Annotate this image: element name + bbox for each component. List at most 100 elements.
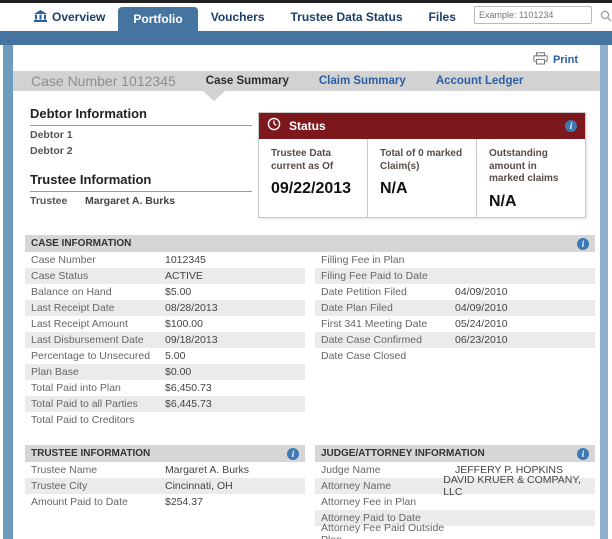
- nav-item-portfolio[interactable]: Portfolio: [118, 7, 197, 31]
- print-label: Print: [553, 54, 578, 66]
- clock-icon: [267, 117, 281, 136]
- field-label: Trustee Name: [31, 464, 165, 476]
- search-icon[interactable]: [600, 9, 612, 21]
- field-label: Percentage to Unsecured: [31, 350, 165, 362]
- table-row: Case Number1012345: [25, 252, 305, 268]
- info-icon[interactable]: [287, 448, 299, 460]
- field-value: 05/24/2010: [455, 318, 508, 330]
- case-number-label: Case Number 1012345: [31, 73, 176, 89]
- table-row: Last Receipt Date08/28/2013: [25, 300, 305, 316]
- status-value: N/A: [489, 193, 575, 211]
- print-button[interactable]: Print: [533, 52, 578, 68]
- field-label: Amount Paid to Date: [31, 496, 165, 508]
- field-value: 06/23/2010: [455, 334, 508, 346]
- table-row: Total Paid to all Parties$6,445.73: [25, 396, 305, 412]
- field-label: Date Petition Filed: [321, 286, 455, 298]
- field-value: 09/18/2013: [165, 334, 218, 346]
- table-row: Trustee NameMargaret A. Burks: [25, 462, 305, 478]
- table-row: Date Petition Filed04/09/2010: [315, 284, 595, 300]
- nav-label: Files: [429, 10, 456, 24]
- table-row: Attorney NameDAVID KRUER & COMPANY, LLC: [315, 478, 595, 494]
- home-icon: [34, 10, 47, 25]
- field-label: Plan Base: [31, 366, 165, 378]
- field-value: 08/28/2013: [165, 302, 218, 314]
- field-value: DAVID KRUER & COMPANY, LLC: [443, 474, 589, 498]
- field-label: Date Case Closed: [321, 350, 455, 362]
- field-label: Attorney Fee in Plan: [321, 496, 455, 508]
- case-info-right-column: Filling Fee in Plan Filing Fee Paid to D…: [315, 252, 595, 428]
- field-value: 5.00: [165, 350, 185, 362]
- table-row: Last Receipt Amount$100.00: [25, 316, 305, 332]
- table-row: Total Paid into Plan$6,450.73: [25, 380, 305, 396]
- page: Overview Portfolio Vouchers Trustee Data…: [0, 0, 612, 539]
- field-value: $6,450.73: [165, 382, 212, 394]
- case-bar: Case Number 1012345 Case Summary Claim S…: [13, 71, 600, 91]
- table-row: Date Case Closed: [315, 348, 595, 364]
- active-tab-notch: [203, 91, 225, 101]
- tab-claim-summary[interactable]: Claim Summary: [319, 75, 406, 87]
- list-item: Debtor 1: [30, 126, 252, 142]
- nav-item-overview[interactable]: Overview: [0, 10, 118, 25]
- status-value: N/A: [380, 180, 466, 198]
- case-info-left-column: Case Number1012345 Case StatusACTIVE Bal…: [25, 252, 305, 428]
- table-row: Attorney Fee Paid Outside Plan: [315, 526, 595, 539]
- table-row: Last Disbursement Date09/18/2013: [25, 332, 305, 348]
- status-box: Status Trustee Data current as Of 09/22/…: [258, 112, 586, 218]
- field-value: $6,445.73: [165, 398, 212, 410]
- case-information-header: CASE INFORMATION: [25, 235, 595, 252]
- field-label: Filing Fee Paid to Date: [321, 270, 455, 282]
- debtor2-label: Debtor 2: [30, 145, 85, 157]
- table-row: Trustee CityCincinnati, OH: [25, 478, 305, 494]
- field-label: Date Plan Filed: [321, 302, 455, 314]
- field-label: Last Disbursement Date: [31, 334, 165, 346]
- field-label: Trustee City: [31, 480, 165, 492]
- frame-top-band: [0, 31, 612, 45]
- status-label: Total of 0 marked Claim(s): [380, 148, 466, 173]
- info-icon[interactable]: [577, 448, 589, 460]
- table-row: Filling Fee in Plan: [315, 252, 595, 268]
- table-row: Filing Fee Paid to Date: [315, 268, 595, 284]
- field-label: Date Case Confirmed: [321, 334, 455, 346]
- info-icon[interactable]: [577, 238, 589, 250]
- judge-attorney-information-section: JUDGE/ATTORNEY INFORMATION Judge NameJEF…: [315, 445, 595, 539]
- nav-label: Portfolio: [133, 12, 182, 26]
- field-value: $100.00: [165, 318, 203, 330]
- trustee-information-section: TRUSTEE INFORMATION Trustee NameMargaret…: [25, 445, 305, 510]
- nav-item-trustee-data-status[interactable]: Trustee Data Status: [278, 10, 416, 24]
- print-icon: [533, 52, 548, 68]
- list-item: Debtor 2: [30, 142, 252, 158]
- field-label: Case Number: [31, 254, 165, 266]
- table-row: Case StatusACTIVE: [25, 268, 305, 284]
- tab-case-summary[interactable]: Case Summary: [206, 75, 289, 87]
- field-label: Judge Name: [321, 464, 455, 476]
- trustee-section-title: Trustee Information: [30, 172, 252, 192]
- section-title: TRUSTEE INFORMATION: [31, 448, 287, 459]
- debtor1-label: Debtor 1: [30, 129, 85, 141]
- info-icon[interactable]: [565, 120, 577, 132]
- status-label: Trustee Data current as Of: [271, 148, 357, 173]
- field-label: Last Receipt Date: [31, 302, 165, 314]
- nav-item-vouchers[interactable]: Vouchers: [198, 10, 278, 24]
- field-label: Filling Fee in Plan: [321, 254, 455, 266]
- tab-account-ledger[interactable]: Account Ledger: [436, 75, 524, 87]
- status-header: Status: [259, 113, 585, 139]
- case-information-section: CASE INFORMATION Case Number1012345 Case…: [25, 235, 595, 428]
- field-value: 04/09/2010: [455, 302, 508, 314]
- nav-label: Vouchers: [211, 10, 265, 24]
- field-value: Cincinnati, OH: [165, 480, 233, 492]
- status-body: Trustee Data current as Of 09/22/2013 To…: [259, 139, 585, 218]
- field-value: Margaret A. Burks: [165, 464, 249, 476]
- nav-label: Overview: [52, 10, 105, 24]
- table-row: Plan Base$0.00: [25, 364, 305, 380]
- status-cell-outstanding: Outstanding amount in marked claims N/A: [476, 139, 585, 218]
- field-label: First 341 Meeting Date: [321, 318, 455, 330]
- trustee-label: Trustee: [30, 195, 85, 207]
- status-label: Outstanding amount in marked claims: [489, 148, 575, 186]
- frame-left-border: [3, 45, 13, 539]
- field-label: Last Receipt Amount: [31, 318, 165, 330]
- search-input[interactable]: [475, 10, 600, 20]
- table-row: Amount Paid to Date$254.37: [25, 494, 305, 510]
- field-label: Total Paid to Creditors: [31, 414, 165, 426]
- status-cell-trustee-data: Trustee Data current as Of 09/22/2013: [259, 139, 367, 218]
- nav-item-files[interactable]: Files: [416, 10, 469, 24]
